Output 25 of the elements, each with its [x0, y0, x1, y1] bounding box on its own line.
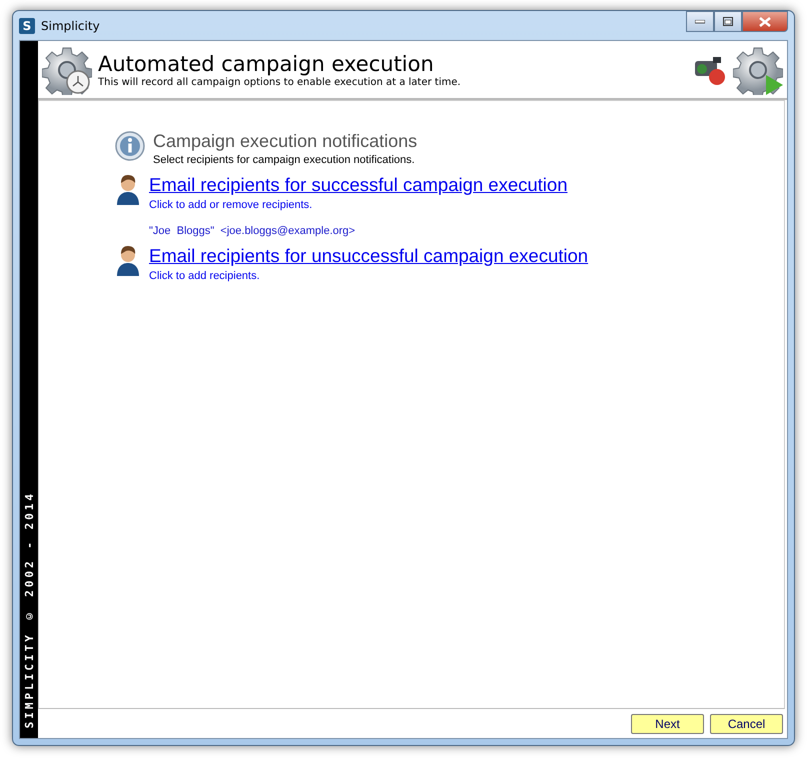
- info-icon: [115, 131, 145, 161]
- section-description: Select recipients for campaign execution notifications.: [153, 154, 416, 166]
- section-title: Campaign execution notifications: [153, 131, 418, 152]
- copyright-text: SIMPLICITY © 2002 - 2014: [22, 490, 36, 728]
- wizard-button[interactable]: Next: [631, 714, 704, 734]
- recipient-entry: "Joe Bloggs" <joe.bloggs@example.org>: [149, 225, 356, 237]
- maximize-icon: [723, 17, 733, 26]
- gear-clock-icon: [42, 44, 92, 94]
- maximize-button[interactable]: [714, 11, 742, 32]
- close-button[interactable]: [742, 11, 788, 32]
- wizard-button[interactable]: Cancel: [710, 714, 783, 734]
- page-title: Automated campaign execution: [98, 52, 435, 76]
- close-icon: [759, 16, 771, 26]
- recipients-link[interactable]: Email recipients for unsuccessful campaign execution: [149, 245, 588, 266]
- minimize-button[interactable]: [686, 11, 714, 32]
- link-hint: Click to add or remove recipients.: [149, 199, 314, 211]
- minimize-icon: [695, 20, 705, 24]
- recipients-link[interactable]: Email recipients for successful campaign execution: [149, 174, 568, 195]
- user-icon: [115, 245, 141, 277]
- link-hint: Click to add recipients.: [149, 270, 261, 282]
- window-title: Simplicity: [41, 18, 101, 32]
- user-icon: [115, 174, 141, 206]
- gear-play-icon: [733, 44, 783, 94]
- page-subtitle: This will record all campaign options to enable execution at a later time.: [98, 76, 462, 88]
- app-icon: S: [19, 18, 35, 34]
